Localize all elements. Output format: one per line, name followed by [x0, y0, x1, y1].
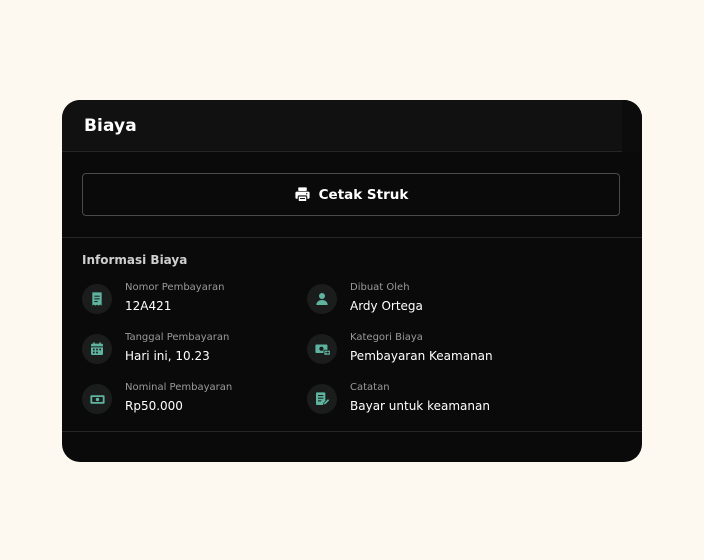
- info-value: 12A421: [125, 299, 172, 313]
- info-label: Tanggal Pembayaran: [125, 332, 230, 343]
- cost-detail-panel: Biaya Cetak Struk Informasi Biaya Nomor …: [62, 100, 642, 462]
- info-label: Nomor Pembayaran: [125, 282, 225, 293]
- info-item-payment-amount: Nominal Pembayaran Rp50.000: [82, 381, 307, 417]
- calendar-icon: [82, 334, 112, 364]
- info-value: Hari ini, 10.23: [125, 349, 210, 363]
- info-label: Kategori Biaya: [350, 332, 423, 343]
- printer-icon: [294, 186, 311, 203]
- info-value: Pembayaran Keamanan: [350, 349, 493, 363]
- section-title: Informasi Biaya: [82, 253, 188, 267]
- info-grid: Nomor Pembayaran 12A421 Dibuat Oleh Ardy…: [82, 281, 622, 417]
- print-button-label: Cetak Struk: [318, 186, 409, 203]
- action-area: Cetak Struk: [62, 152, 642, 238]
- receipt-icon: [82, 284, 112, 314]
- info-item-payment-number: Nomor Pembayaran 12A421: [82, 281, 307, 317]
- info-value: Rp50.000: [125, 399, 183, 413]
- info-value: Ardy Ortega: [350, 299, 423, 313]
- print-receipt-button[interactable]: Cetak Struk: [82, 173, 620, 216]
- panel-header: Biaya: [62, 100, 642, 152]
- info-label: Dibuat Oleh: [350, 282, 410, 293]
- info-item-cost-category: Kategori Biaya Pembayaran Keamanan: [307, 331, 597, 367]
- money-transfer-icon: [307, 334, 337, 364]
- info-item-notes: Catatan Bayar untuk keamanan: [307, 381, 597, 417]
- info-item-created-by: Dibuat Oleh Ardy Ortega: [307, 281, 597, 317]
- info-label: Nominal Pembayaran: [125, 382, 233, 393]
- cash-icon: [82, 384, 112, 414]
- info-item-payment-date: Tanggal Pembayaran Hari ini, 10.23: [82, 331, 307, 367]
- user-icon: [307, 284, 337, 314]
- info-section: Informasi Biaya Nomor Pembayaran 12A421: [62, 238, 642, 432]
- note-edit-icon: [307, 384, 337, 414]
- page-title: Biaya: [84, 115, 137, 136]
- info-value: Bayar untuk keamanan: [350, 399, 490, 413]
- info-label: Catatan: [350, 382, 390, 393]
